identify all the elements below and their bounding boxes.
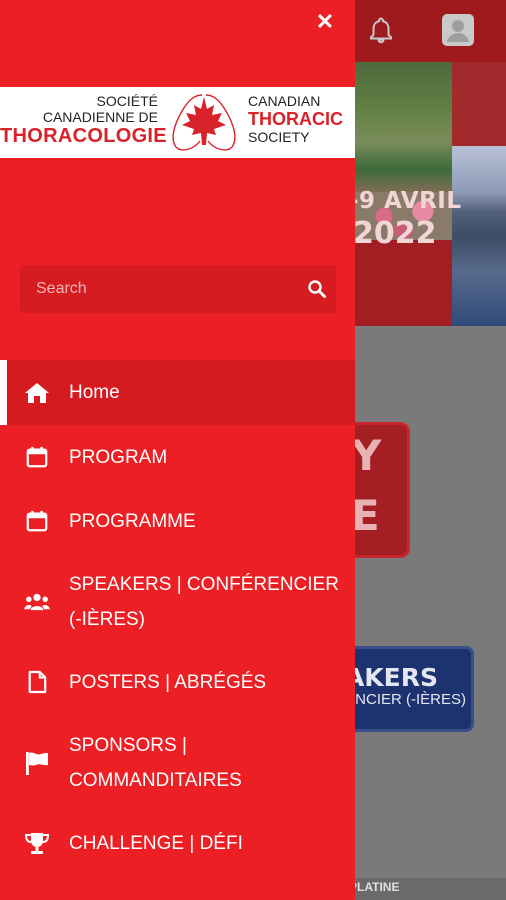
menu-item-challenge[interactable]: CHALLENGE | DÉFI (0, 811, 355, 875)
logo-en-line2: THORACIC (248, 109, 343, 129)
menu-item-sponsors[interactable]: SPONSORS | COMMANDITAIRES (0, 714, 355, 811)
menu-label: (-IÈRES) (69, 608, 145, 630)
event-year: 2022 (353, 216, 437, 251)
logo-fr-line2: CANADIENNE DE (42, 109, 158, 125)
menu-label: PROGRAMME (69, 510, 196, 532)
society-logo: SOCIÉTÉ CANADIENNE DE THORACOLOGIE CANAD… (0, 87, 355, 158)
logo-french-text: SOCIÉTÉ CANADIENNE DE THORACOLOGIE (0, 93, 167, 147)
menu-label: POSTERS | ABRÉGÉS (69, 671, 267, 693)
drawer-menu: Home PROGRAM PROGRAMME SPEAKERS | CONFÉR… (0, 360, 355, 875)
navigation-drawer: ✕ SOCIÉTÉ CANADIENNE DE THORACOLOGIE CAN… (0, 0, 355, 900)
document-icon (24, 669, 50, 695)
flag-icon (24, 750, 50, 776)
menu-label: CHALLENGE | DÉFI (69, 832, 243, 854)
search-input[interactable] (20, 265, 300, 313)
feature-card-text: Y (351, 431, 382, 480)
logo-english-text: CANADIAN THORACIC SOCIETY (248, 93, 343, 145)
logo-fr-line1: SOCIÉTÉ (96, 93, 158, 109)
logo-fr-line3: THORACOLOGIE (0, 125, 167, 147)
close-icon[interactable]: ✕ (311, 8, 339, 36)
menu-item-speakers[interactable]: SPEAKERS | CONFÉRENCIER (-IÈRES) (0, 553, 355, 650)
event-date: -9 AVRIL (349, 188, 462, 214)
menu-item-posters[interactable]: POSTERS | ABRÉGÉS (0, 650, 355, 714)
menu-label: PROGRAM (69, 446, 168, 468)
user-icon (447, 20, 469, 42)
logo-en-line1: CANADIAN (248, 93, 321, 109)
user-avatar[interactable] (442, 14, 474, 46)
search-icon[interactable] (307, 279, 327, 299)
trophy-icon (24, 830, 50, 856)
menu-label-group: SPEAKERS | CONFÉRENCIER (-IÈRES) (69, 567, 339, 637)
menu-label: SPONSORS | (69, 734, 187, 756)
menu-label: SPEAKERS | CONFÉRENCIER (69, 573, 339, 595)
home-icon (24, 380, 50, 406)
users-icon (24, 589, 50, 615)
bell-icon[interactable] (366, 16, 396, 46)
search-box (20, 265, 336, 313)
menu-label: COMMANDITAIRES (69, 769, 242, 791)
menu-label-group: SPONSORS | COMMANDITAIRES (69, 728, 242, 798)
calendar-icon (24, 444, 50, 470)
menu-item-home[interactable]: Home (0, 360, 355, 425)
calendar-icon (24, 508, 50, 534)
sponsor-strip-label: PLATINE (349, 880, 400, 894)
lungs-maple-leaf-icon (172, 94, 236, 151)
menu-item-program[interactable]: PROGRAM (0, 425, 355, 489)
logo-en-line3: SOCIETY (248, 129, 310, 145)
menu-item-programme[interactable]: PROGRAMME (0, 489, 355, 553)
menu-label: Home (69, 382, 120, 403)
feature-card-text: E (351, 491, 380, 540)
date-box (355, 240, 452, 326)
